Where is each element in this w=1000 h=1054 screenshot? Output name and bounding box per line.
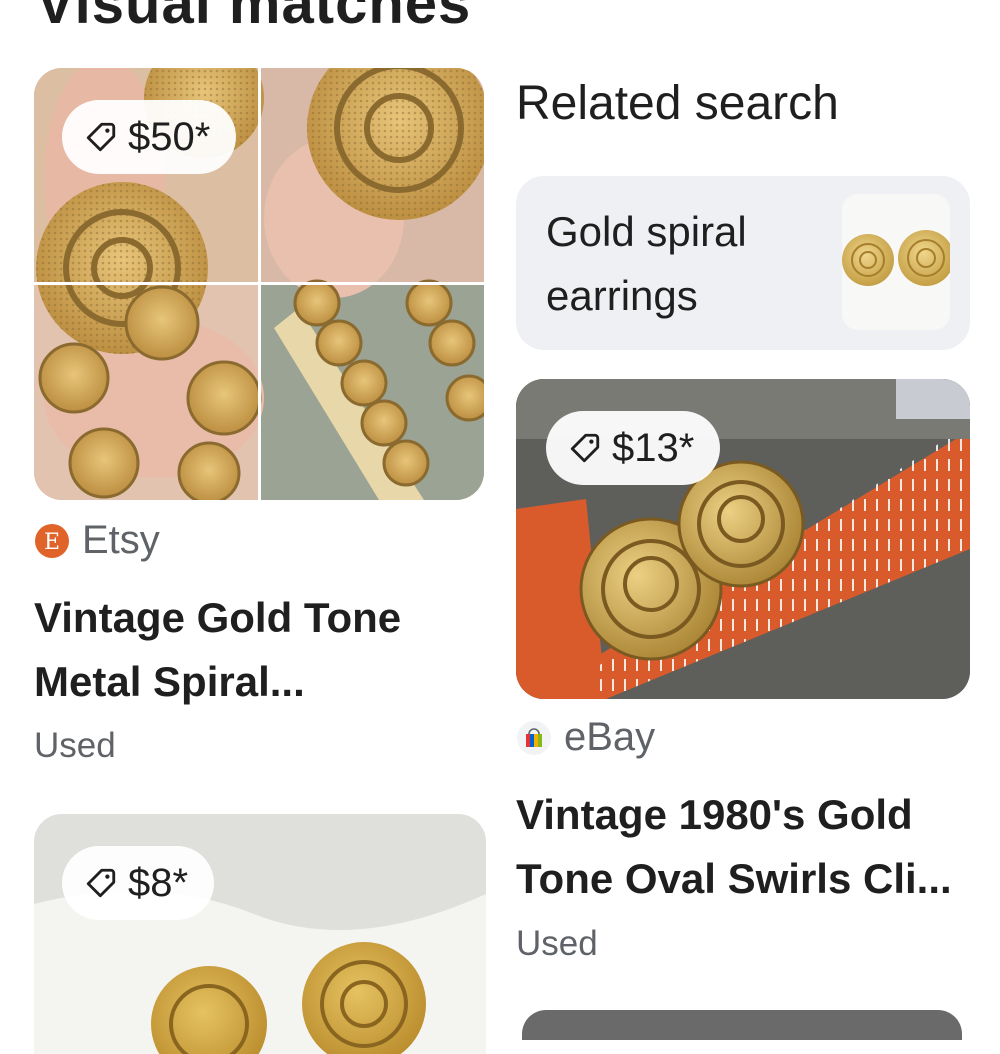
price-tag-icon bbox=[84, 120, 118, 154]
condition-label: Used bbox=[516, 924, 598, 963]
result-title[interactable]: Vintage Gold Tone Metal Spiral... bbox=[34, 586, 484, 714]
related-search-thumbnail bbox=[842, 194, 950, 330]
result-card[interactable]: $8* bbox=[34, 814, 486, 1054]
source-row: eBay bbox=[516, 715, 655, 760]
related-search-item[interactable]: Gold spiral earrings bbox=[516, 176, 970, 350]
price-chip: $50* bbox=[62, 100, 237, 174]
related-search-label: Gold spiral earrings bbox=[546, 208, 747, 319]
source-name: Etsy bbox=[82, 518, 160, 562]
price-label: $8* bbox=[128, 860, 189, 905]
price-label: $50* bbox=[128, 114, 211, 159]
next-result-card-edge[interactable] bbox=[522, 1010, 962, 1040]
etsy-logo-icon: E bbox=[34, 523, 70, 559]
ebay-shopping-bag-icon bbox=[516, 720, 552, 756]
price-tag-icon bbox=[568, 431, 602, 465]
price-chip: $13* bbox=[546, 411, 721, 485]
price-chip: $8* bbox=[62, 846, 215, 920]
related-search-heading: Related search bbox=[516, 77, 839, 130]
result-card-etsy[interactable]: $50* E Etsy Vintage Gold Tone Metal Spir… bbox=[34, 68, 484, 768]
result-title[interactable]: Vintage 1980's Gold Tone Oval Swirls Cli… bbox=[516, 783, 970, 911]
source-row: E Etsy bbox=[34, 518, 160, 563]
source-name: eBay bbox=[564, 715, 656, 759]
section-title: Visual matches bbox=[36, 0, 472, 36]
condition-label: Used bbox=[34, 726, 116, 765]
price-tag-icon bbox=[84, 866, 118, 900]
svg-text:E: E bbox=[44, 530, 60, 555]
price-label: $13* bbox=[612, 425, 695, 470]
result-card-ebay[interactable]: $13* eBay Vintage 1980's Gold Tone Oval … bbox=[516, 379, 970, 979]
